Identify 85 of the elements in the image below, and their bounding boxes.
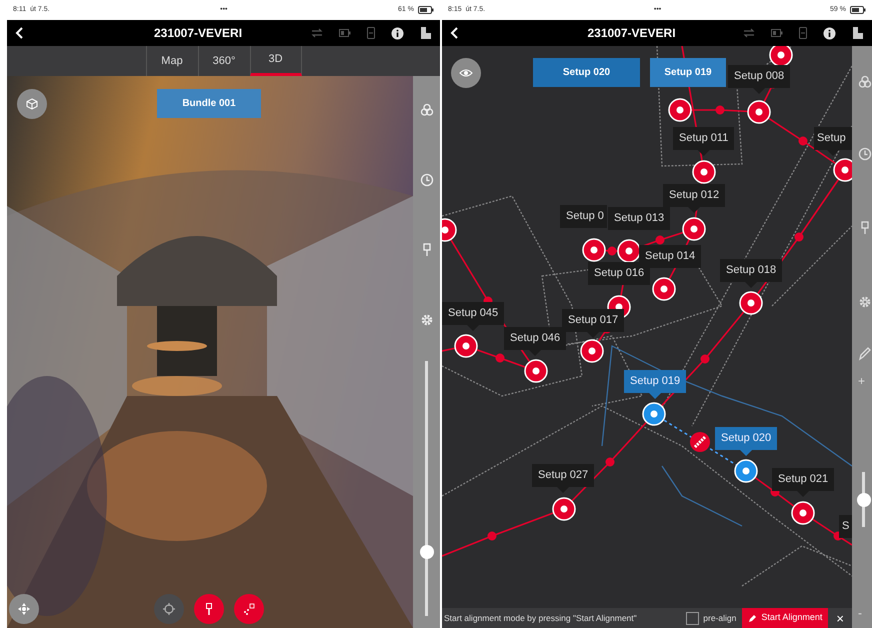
setup-button[interactable]: Setup 020: [533, 58, 640, 87]
setup-label[interactable]: Setup 016: [588, 262, 650, 285]
target-icon: [163, 603, 175, 615]
start-alignment-button[interactable]: Start Alignment: [742, 608, 828, 628]
settings-icon[interactable]: [858, 295, 872, 309]
cube-icon: [26, 98, 38, 110]
setup-marker: [642, 402, 666, 426]
move-icon: [18, 603, 30, 615]
waypoint-dot: [606, 458, 614, 466]
setup-marker: [652, 277, 676, 301]
waypoint-dot: [700, 354, 710, 364]
info-icon[interactable]: [391, 26, 404, 40]
setup-marker: [791, 501, 815, 525]
slider-thumb[interactable]: [420, 545, 434, 560]
circles-icon[interactable]: [420, 103, 434, 117]
setup-marker: [454, 334, 478, 358]
info-icon[interactable]: [823, 26, 836, 40]
setup-label[interactable]: Setup 012: [663, 184, 726, 213]
waypoint-dot: [608, 246, 616, 256]
scanner-icon[interactable]: [852, 26, 864, 40]
pre-align-label: pre-align: [703, 612, 736, 624]
setup-label[interactable]: Setup 017: [562, 309, 624, 338]
alignment-hint: Start alignment mode by pressing "Start Alignment": [444, 612, 638, 624]
bundle-label: Bundle 001: [157, 89, 261, 118]
waypoint-dot: [794, 232, 804, 242]
sync-arrows-icon[interactable]: [311, 28, 323, 38]
setup-label[interactable]: Setup: [814, 127, 852, 156]
battery-icon[interactable]: [771, 29, 783, 37]
back-icon[interactable]: [450, 27, 460, 39]
setup-label[interactable]: Setup 046: [504, 327, 566, 356]
battery-icon: [418, 6, 434, 14]
pen-icon[interactable]: [858, 347, 872, 361]
selected-setup-label[interactable]: Setup 019: [624, 370, 686, 399]
setup-marker: [734, 459, 758, 483]
setup-marker: [524, 359, 548, 383]
waypoint-dot: [716, 106, 724, 114]
eye-icon: [459, 68, 473, 78]
circles-icon[interactable]: [858, 75, 872, 89]
setup-marker: [747, 100, 771, 124]
setup-marker: [682, 217, 706, 241]
setup-marker: [769, 46, 793, 67]
screen-title: 231007-VEVERI: [587, 26, 676, 40]
waypoint-dot: [798, 136, 808, 146]
clock-icon[interactable]: [420, 173, 434, 187]
selected-setup-label[interactable]: Setup 020: [715, 427, 778, 456]
battery-icon: [850, 6, 866, 14]
setup-marker: [442, 218, 457, 242]
ruler-marker: [690, 432, 710, 452]
close-button[interactable]: ×: [828, 612, 852, 624]
setup-marker: [582, 238, 606, 262]
setup-label[interactable]: Setup 014: [639, 245, 702, 268]
pin-icon: [203, 603, 215, 615]
setup-label[interactable]: S: [839, 515, 852, 538]
screen-title: 231007-VEVERI: [154, 26, 242, 40]
setup-label[interactable]: Setup 011: [673, 127, 734, 156]
setup-button[interactable]: Setup 019: [650, 58, 726, 87]
setup-label[interactable]: Setup 045: [442, 302, 504, 331]
battery-icon[interactable]: [339, 29, 351, 37]
setup-marker: [668, 98, 692, 122]
setup-marker: [580, 339, 604, 363]
setup-marker: [739, 291, 763, 315]
view-toggle-button[interactable]: [451, 58, 481, 88]
setup-label[interactable]: Setup 027: [532, 464, 594, 493]
setup-marker: [692, 160, 716, 184]
device-icon[interactable]: [367, 27, 375, 39]
setup-marker: [552, 497, 576, 521]
setup-label[interactable]: Setup 013: [608, 207, 670, 230]
setup-label[interactable]: Setup 008: [728, 65, 790, 94]
pre-align-checkbox[interactable]: [686, 612, 700, 624]
slider-thumb[interactable]: [856, 492, 870, 506]
clock-icon[interactable]: [858, 147, 872, 161]
device-icon[interactable]: [799, 27, 807, 39]
scatter-icon: [243, 603, 255, 615]
setup-label[interactable]: Setup 021: [772, 468, 834, 497]
setup-marker: [833, 158, 852, 182]
waypoint-dot: [496, 354, 504, 362]
setup-label[interactable]: Setup 0: [560, 205, 607, 228]
waypoint-dot: [488, 532, 496, 540]
scanner-icon[interactable]: [420, 26, 432, 40]
waypoint-dot: [656, 236, 664, 244]
setup-label[interactable]: Setup 018: [720, 259, 782, 288]
pen-icon: [748, 614, 758, 622]
settings-icon[interactable]: [420, 313, 434, 327]
sync-arrows-icon[interactable]: [743, 28, 755, 38]
back-icon[interactable]: [15, 27, 25, 39]
